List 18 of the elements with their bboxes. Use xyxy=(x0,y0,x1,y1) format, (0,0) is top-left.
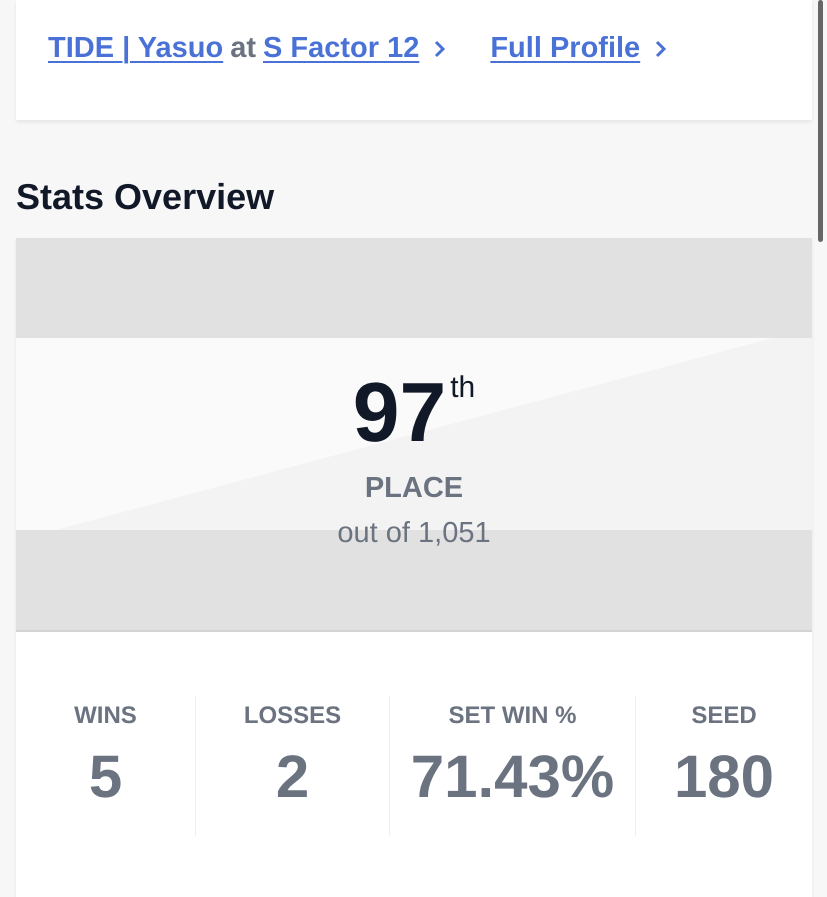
event-link[interactable]: S Factor 12 xyxy=(263,32,420,65)
rank-text: 97$^{th}$ xyxy=(352,364,476,454)
place-label: PLACE xyxy=(364,472,464,505)
entrant-link[interactable]: TIDE | Yasuo xyxy=(48,32,224,65)
chevron-right-icon xyxy=(434,40,446,58)
stat-value: 2 xyxy=(276,742,310,811)
stat-value: 180 xyxy=(674,742,774,811)
stat-value: 71.43% xyxy=(410,742,614,811)
profile-link[interactable]: Full Profile xyxy=(490,32,640,65)
stat-label: SEED xyxy=(691,702,757,730)
stat-value: 5 xyxy=(88,742,122,811)
chevron-right-icon xyxy=(655,40,668,58)
total-text: out of 1,051 xyxy=(337,517,491,550)
stat-label: LOSSES xyxy=(244,702,342,730)
joiner-text: at xyxy=(230,32,256,65)
stat-label: WINS xyxy=(74,702,137,730)
section-heading: Stats Overview xyxy=(16,176,276,218)
stat-label: SET WIN % xyxy=(448,702,576,730)
